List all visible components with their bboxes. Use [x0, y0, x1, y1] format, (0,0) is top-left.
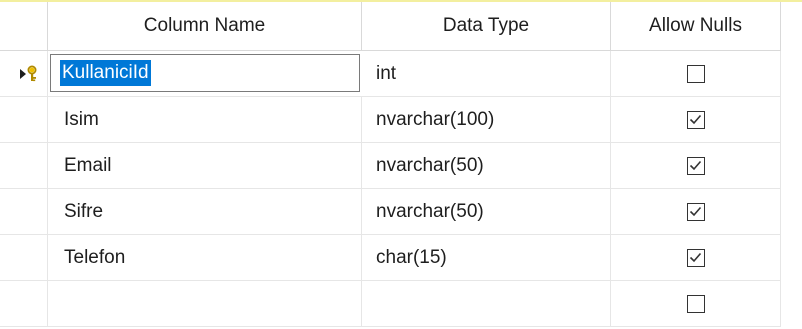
allow-nulls-checkbox[interactable] — [686, 202, 705, 221]
header-selector-cell — [0, 2, 48, 50]
data-type-cell[interactable]: int — [362, 51, 611, 96]
checkmark-icon — [689, 160, 701, 170]
row-selector[interactable] — [0, 143, 48, 188]
column-name-cell[interactable]: Telefon — [48, 235, 362, 280]
row-selector[interactable] — [0, 97, 48, 142]
column-name-edit-field[interactable]: KullaniciId — [50, 54, 360, 92]
table-row[interactable]: KullaniciId int — [0, 51, 781, 97]
column-name-cell[interactable] — [48, 281, 362, 326]
column-name-cell[interactable]: Sifre — [48, 189, 362, 234]
table-row[interactable]: Sifre nvarchar(50) — [0, 189, 781, 235]
table-row[interactable]: Telefon char(15) — [0, 235, 781, 281]
allow-nulls-checkbox[interactable] — [686, 294, 705, 313]
new-column-row[interactable] — [0, 281, 781, 327]
allow-nulls-checkbox[interactable] — [686, 64, 705, 83]
row-selector[interactable] — [0, 235, 48, 280]
data-type-cell[interactable]: char(15) — [362, 235, 611, 280]
table-row[interactable]: Isim nvarchar(100) — [0, 97, 781, 143]
header-row: Column Name Data Type Allow Nulls — [0, 2, 781, 51]
columns-grid: Column Name Data Type Allow Nulls Kullan… — [0, 2, 781, 327]
column-name-cell[interactable]: Email — [48, 143, 362, 188]
row-selector[interactable] — [0, 189, 48, 234]
allow-nulls-checkbox[interactable] — [686, 110, 705, 129]
checkmark-icon — [689, 206, 701, 216]
data-type-cell[interactable]: nvarchar(50) — [362, 143, 611, 188]
checkmark-icon — [689, 252, 701, 262]
allow-nulls-header[interactable]: Allow Nulls — [611, 2, 781, 50]
column-name-header[interactable]: Column Name — [48, 2, 362, 50]
allow-nulls-cell — [611, 143, 781, 188]
data-type-header[interactable]: Data Type — [362, 2, 611, 50]
row-selector[interactable] — [0, 51, 48, 96]
allow-nulls-cell — [611, 281, 781, 326]
allow-nulls-cell — [611, 51, 781, 96]
allow-nulls-checkbox[interactable] — [686, 248, 705, 267]
allow-nulls-checkbox[interactable] — [686, 156, 705, 175]
allow-nulls-cell — [611, 235, 781, 280]
table-row[interactable]: Email nvarchar(50) — [0, 143, 781, 189]
table-designer: Column Name Data Type Allow Nulls Kullan… — [0, 0, 802, 329]
data-type-cell[interactable]: nvarchar(50) — [362, 189, 611, 234]
checkmark-icon — [689, 114, 701, 124]
allow-nulls-cell — [611, 189, 781, 234]
data-type-cell[interactable]: nvarchar(100) — [362, 97, 611, 142]
row-selector[interactable] — [0, 281, 48, 326]
current-row-arrow-key-icon — [18, 64, 40, 84]
data-type-cell[interactable] — [362, 281, 611, 326]
allow-nulls-cell — [611, 97, 781, 142]
column-name-cell[interactable]: Isim — [48, 97, 362, 142]
selected-column-name[interactable]: KullaniciId — [60, 60, 151, 86]
